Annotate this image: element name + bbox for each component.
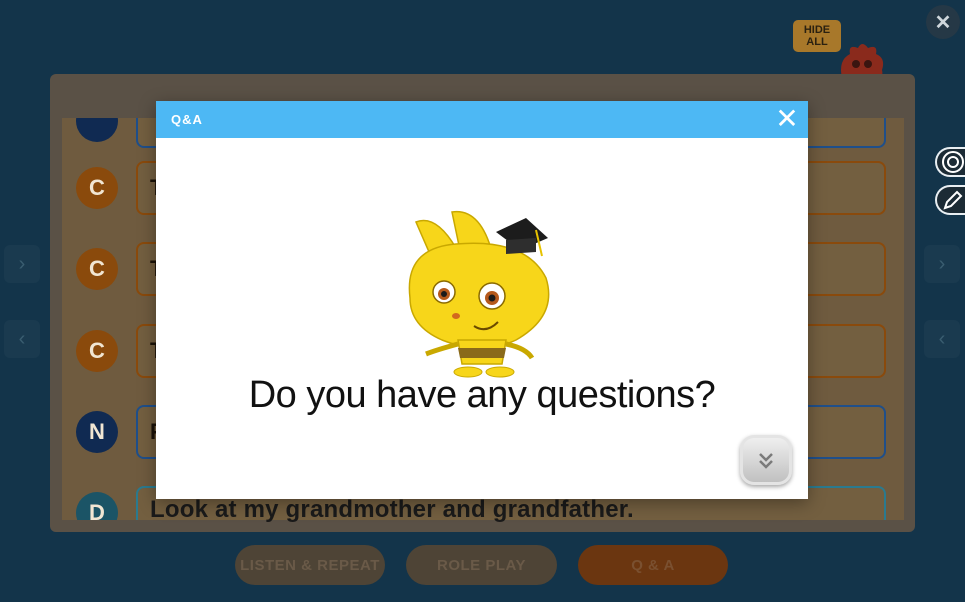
speaker-badge: D [76, 492, 118, 520]
chevron-left-icon: ‹ [938, 327, 946, 350]
speaker-badge: C [76, 330, 118, 372]
speaker-badge: C [76, 167, 118, 209]
double-chevron-down-icon [759, 453, 773, 469]
scroll-down-button[interactable] [740, 435, 792, 485]
pen-icon [943, 190, 963, 210]
next-page-button[interactable]: ‹ [924, 320, 960, 358]
hide-all-button[interactable]: HIDE ALL [793, 20, 841, 52]
tab-role-play[interactable]: ROLE PLAY [406, 545, 557, 585]
tab-qa[interactable]: Q & A [578, 545, 728, 585]
mascot-graduate-icon [408, 210, 550, 378]
next-arrow-button[interactable]: › [924, 245, 960, 283]
speaker-badge [76, 118, 118, 142]
dialogue-text: Look at my grandmother and grandfather. [150, 496, 634, 523]
target-icon [942, 151, 964, 173]
chevron-right-icon: › [938, 252, 946, 275]
modal-title: Q&A [171, 112, 203, 127]
prev-arrow-button[interactable]: › [4, 245, 40, 283]
modal-close-button[interactable]: ✕ [772, 105, 802, 135]
chevron-right-icon: › [18, 252, 26, 275]
close-icon: ✕ [775, 103, 799, 134]
speaker-badge: N [76, 411, 118, 453]
qa-modal: Q&A ✕ Do you have any questions? [156, 101, 808, 499]
pen-tool-button[interactable] [935, 185, 965, 215]
speaker-badge: C [76, 248, 118, 290]
modal-header: Q&A ✕ [156, 101, 808, 138]
close-icon: ✕ [934, 11, 952, 34]
chevron-left-icon: ‹ [18, 327, 26, 350]
close-app-button[interactable]: ✕ [926, 5, 960, 39]
target-tool-button[interactable] [935, 147, 965, 177]
tab-listen-repeat[interactable]: LISTEN & REPEAT [235, 545, 385, 585]
prev-page-button[interactable]: ‹ [4, 320, 40, 358]
question-text: Do you have any questions? [248, 374, 716, 416]
